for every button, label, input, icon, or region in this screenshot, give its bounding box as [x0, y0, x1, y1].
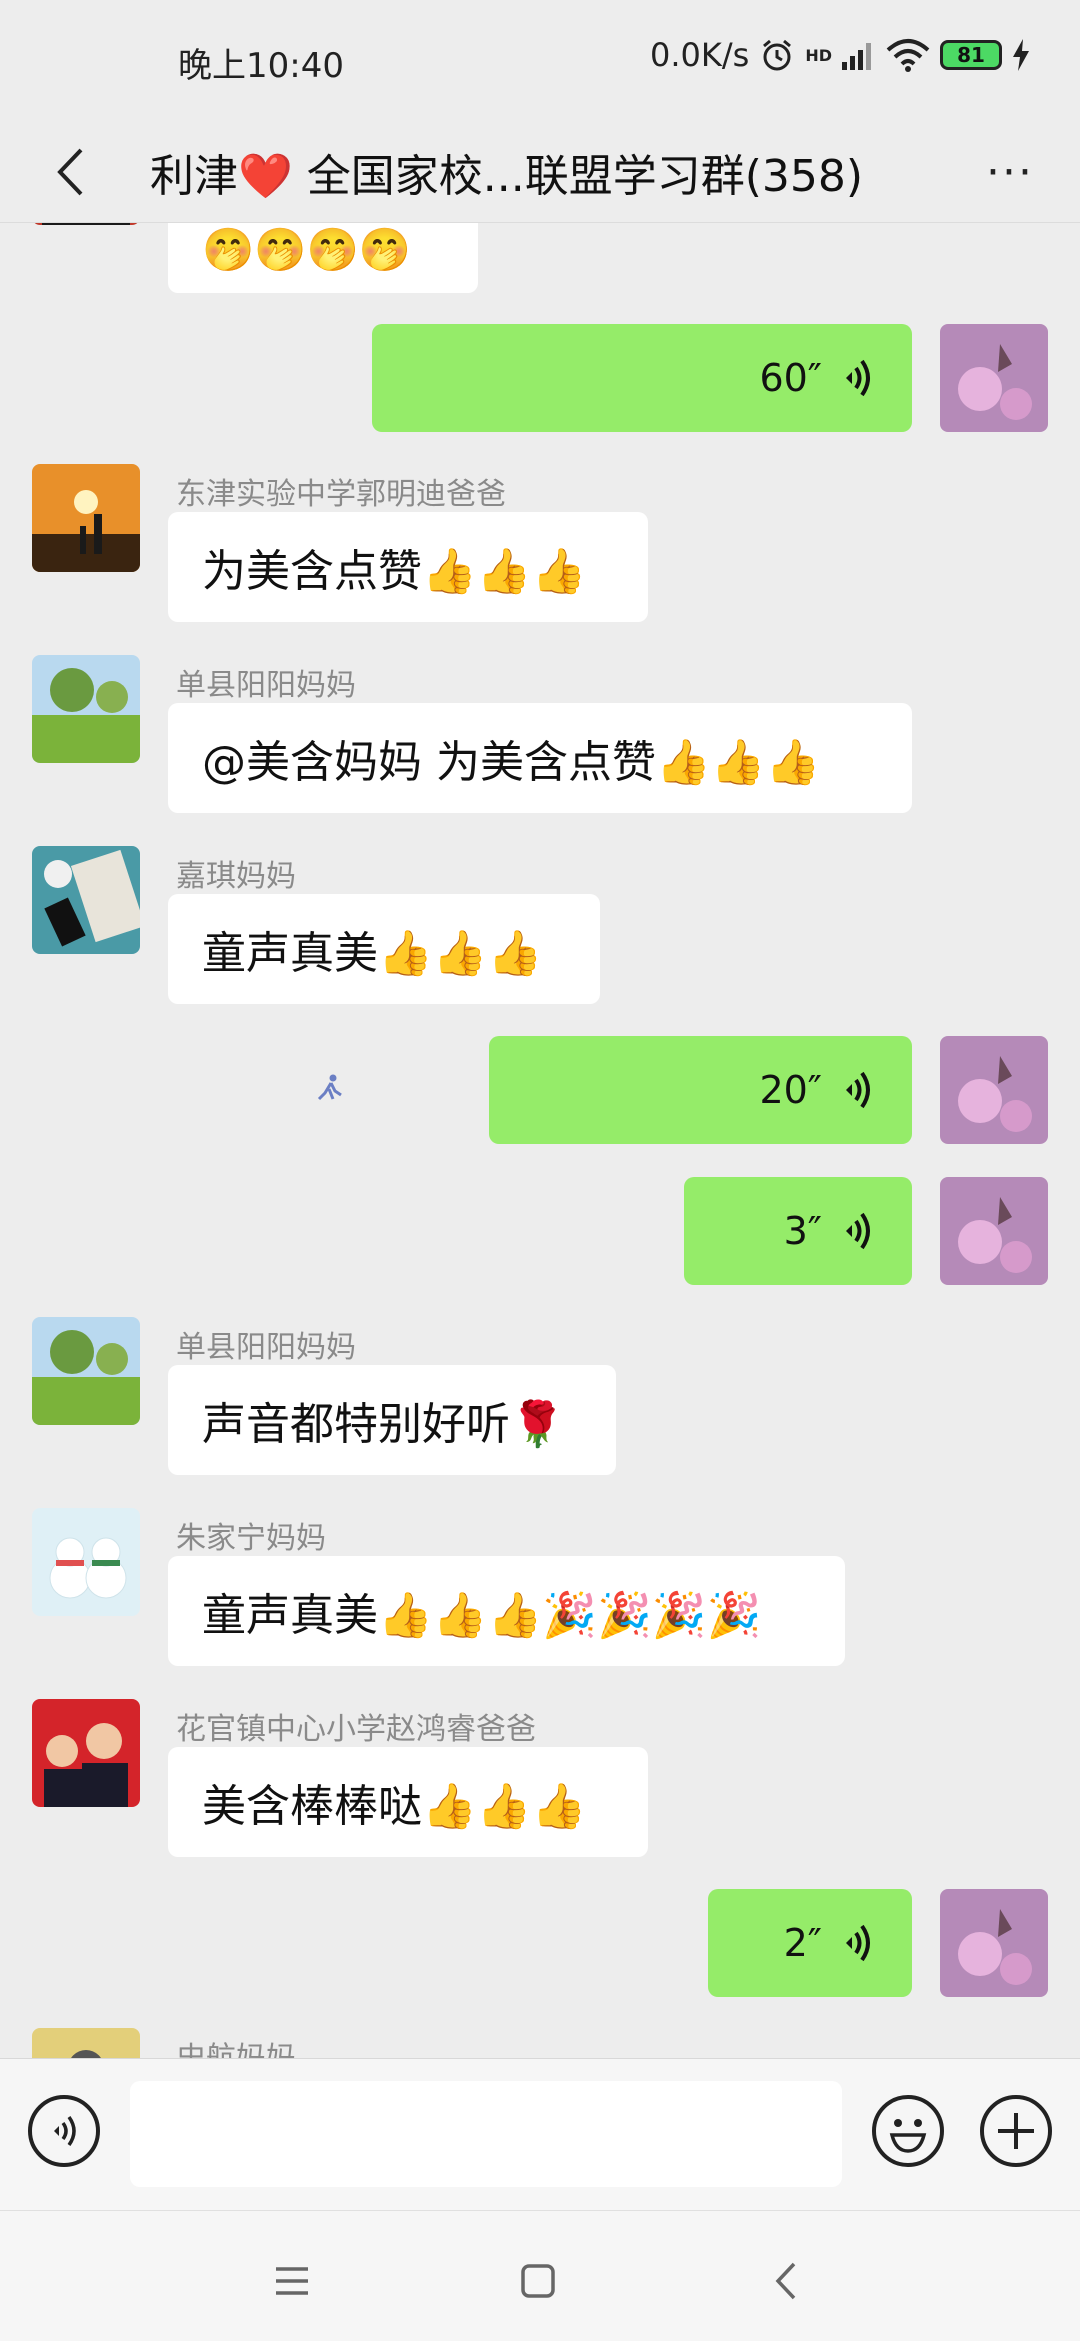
voice-message[interactable]: 2″ — [708, 1889, 912, 1997]
system-navigation-bar — [0, 2210, 1080, 2341]
voice-duration: 20″ — [759, 1068, 822, 1112]
smiley-icon — [889, 2119, 927, 2153]
voice-message[interactable]: 20″ — [489, 1036, 912, 1144]
voice-wave-icon — [54, 2115, 76, 2147]
voice-message[interactable]: 3″ — [684, 1177, 912, 1285]
my-avatar[interactable] — [940, 1889, 1048, 1997]
nav-menu-button[interactable] — [262, 2251, 322, 2311]
my-avatar[interactable] — [940, 1177, 1048, 1285]
message-bubble[interactable]: 🤭🤭🤭🤭 — [168, 223, 478, 293]
battery-icon: 81 — [940, 40, 1002, 70]
voice-wave-icon — [846, 1071, 870, 1109]
hd-label: HD — [805, 45, 832, 65]
sender-name: 朱家宁妈妈 — [176, 1521, 326, 1556]
message-bubble[interactable]: 声音都特别好听🌹 — [168, 1365, 616, 1475]
plus-icon — [998, 2113, 1034, 2149]
avatar[interactable] — [32, 655, 140, 763]
running-icon — [317, 1074, 342, 1101]
wifi-icon — [886, 39, 930, 72]
nav-home-button[interactable] — [508, 2251, 568, 2311]
avatar[interactable] — [32, 1699, 140, 1807]
voice-wave-icon — [846, 1924, 870, 1962]
back-button[interactable] — [30, 132, 110, 212]
message-bubble[interactable]: 美含棒棒哒👍👍👍 — [168, 1747, 648, 1857]
emoji-button[interactable] — [872, 2095, 944, 2167]
message-bubble[interactable]: 为美含点赞👍👍👍 — [168, 512, 648, 622]
message-text: @美含妈妈 为美含点赞👍👍👍 — [202, 737, 821, 788]
avatar[interactable] — [32, 223, 140, 225]
message-input[interactable] — [130, 2081, 842, 2187]
chat-title: 利津❤️ 全国家校...联盟学习群(358) — [150, 151, 864, 202]
message-text: 童声真美👍👍👍 — [202, 928, 543, 979]
input-bar — [0, 2058, 1080, 2211]
status-time: 晚上10:40 — [178, 46, 344, 86]
chevron-left-icon — [775, 2262, 796, 2300]
my-avatar[interactable] — [940, 324, 1048, 432]
avatar[interactable] — [32, 846, 140, 954]
sender-name: 单县阳阳妈妈 — [176, 1330, 356, 1365]
voice-message[interactable]: 60″ — [372, 324, 912, 432]
avatar[interactable] — [32, 1317, 140, 1425]
more-functions-button[interactable] — [980, 2095, 1052, 2167]
message-bubble[interactable]: @美含妈妈 为美含点赞👍👍👍 — [168, 703, 912, 813]
sender-name: 单县阳阳妈妈 — [176, 668, 356, 703]
status-indicators: 0.0K/s HD 81 — [650, 36, 1030, 74]
avatar[interactable] — [32, 464, 140, 572]
sender-name: 史航妈妈 — [176, 2033, 296, 2058]
message-bubble[interactable]: 童声真美👍👍👍 — [168, 894, 600, 1004]
message-text: 为美含点赞👍👍👍 — [202, 546, 587, 597]
sender-name: 嘉琪妈妈 — [176, 859, 296, 894]
more-icon: ··· — [986, 146, 1034, 198]
message-text: 🤭🤭🤭🤭 — [202, 225, 412, 274]
nav-back-button[interactable] — [756, 2251, 816, 2311]
voice-wave-icon — [846, 359, 870, 397]
voice-duration: 2″ — [783, 1921, 822, 1965]
voice-wave-icon — [846, 1212, 870, 1250]
chevron-left-icon — [57, 148, 83, 196]
status-bar: 晚上10:40 0.0K/s HD 81 — [0, 0, 1080, 125]
sender-name: 花官镇中心小学赵鸿睿爸爸 — [176, 1712, 536, 1747]
chat-header: 利津❤️ 全国家校...联盟学习群(358) ··· — [0, 120, 1080, 220]
square-icon — [521, 2264, 555, 2298]
signal-icon — [842, 43, 871, 70]
voice-input-button[interactable] — [28, 2095, 100, 2167]
message-list[interactable]: 🤭🤭🤭🤭 60″ 东津实验中学郭明迪爸爸 为美含点赞👍👍👍 单县阳阳妈妈 @美含… — [0, 223, 1080, 2058]
my-avatar[interactable] — [940, 1036, 1048, 1144]
network-speed: 0.0K/s — [650, 36, 750, 74]
sender-name: 东津实验中学郭明迪爸爸 — [176, 477, 506, 512]
voice-duration: 60″ — [759, 356, 822, 400]
menu-icon — [276, 2267, 308, 2295]
message-bubble[interactable]: 童声真美👍👍👍🎉🎉🎉🎉 — [168, 1556, 845, 1666]
message-text: 童声真美👍👍👍🎉🎉🎉🎉 — [202, 1590, 762, 1641]
message-text: 声音都特别好听🌹 — [202, 1399, 565, 1450]
avatar[interactable] — [32, 2028, 140, 2058]
message-text: 美含棒棒哒👍👍👍 — [202, 1781, 587, 1832]
more-options-button[interactable]: ··· — [970, 132, 1050, 212]
alarm-icon — [763, 39, 792, 71]
avatar[interactable] — [32, 1508, 140, 1616]
voice-duration: 3″ — [783, 1209, 822, 1253]
charging-icon — [1013, 39, 1029, 71]
